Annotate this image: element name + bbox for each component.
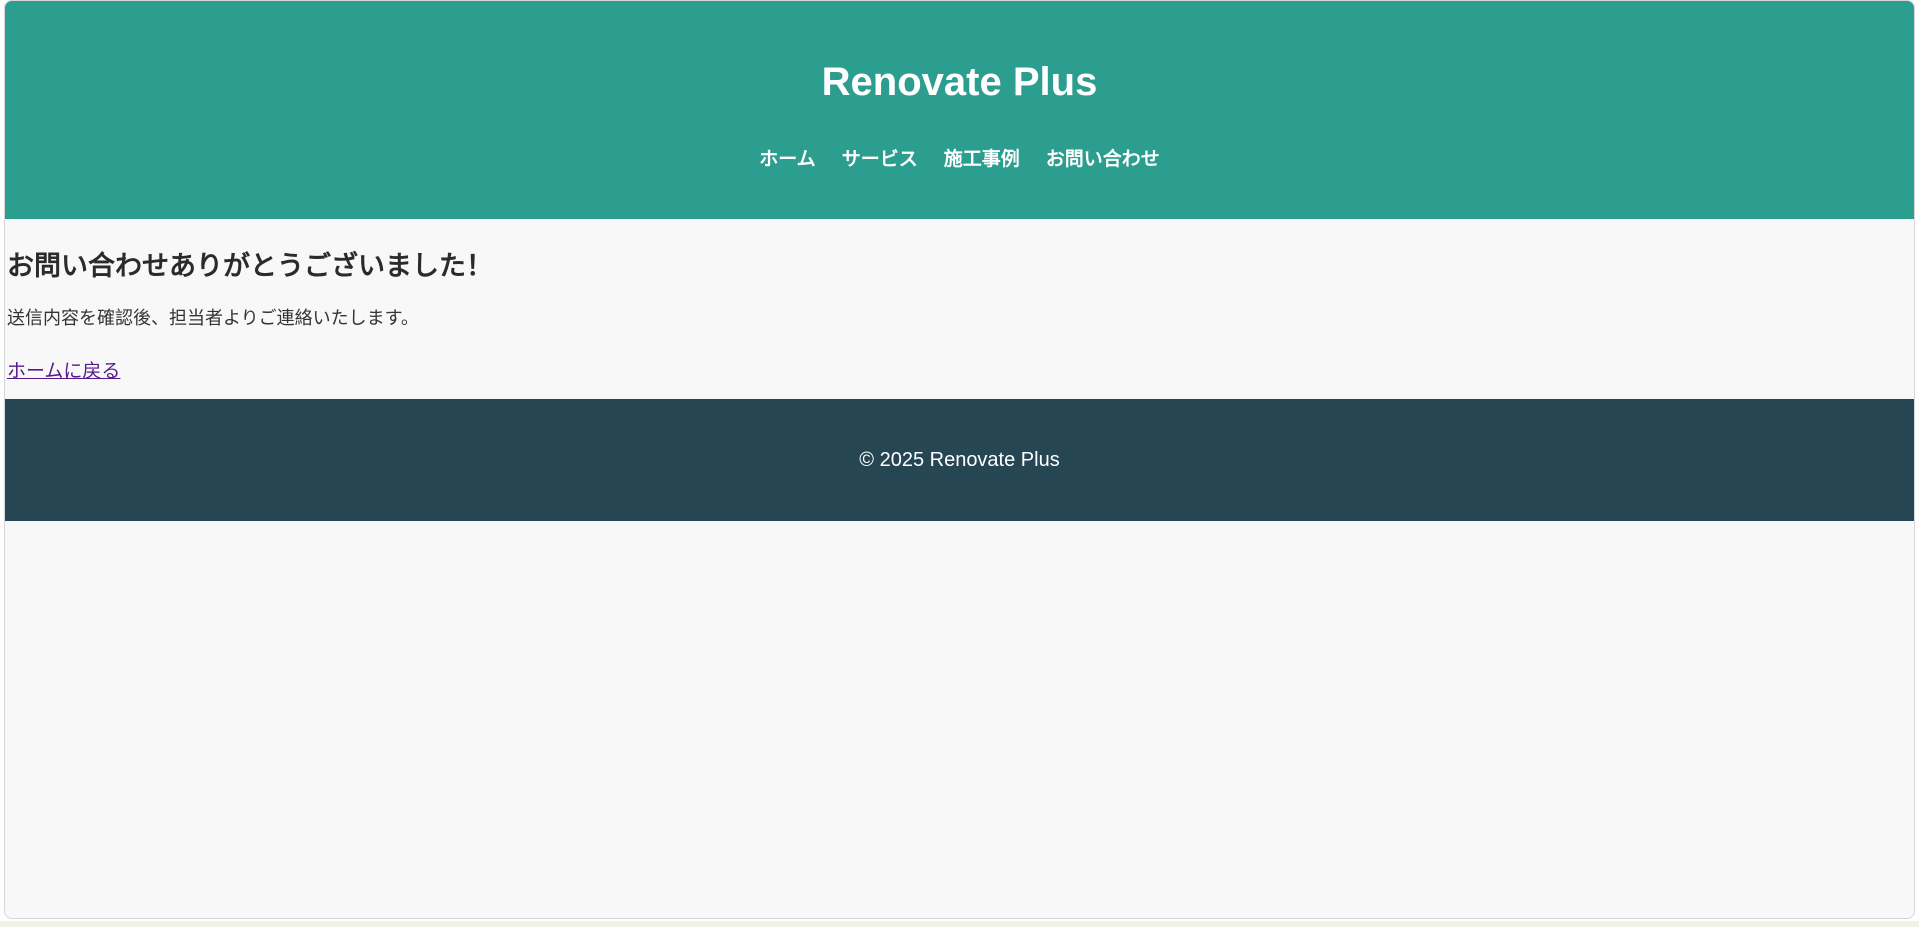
- browser-viewport: Renovate Plus ホーム サービス 施工事例 お問い合わせ お問い合わ…: [4, 0, 1915, 919]
- site-title: Renovate Plus: [821, 60, 1098, 104]
- nav-link-services[interactable]: サービス: [842, 147, 918, 171]
- nav-link-contact[interactable]: お問い合わせ: [1046, 147, 1160, 171]
- window-bottom-strip: [0, 921, 1919, 927]
- back-to-home-link[interactable]: ホームに戻る: [7, 359, 120, 383]
- copyright-text: © 2025 Renovate Plus: [859, 449, 1060, 471]
- site-header: Renovate Plus ホーム サービス 施工事例 お問い合わせ: [5, 1, 1914, 219]
- main-nav: ホーム サービス 施工事例 お問い合わせ: [5, 147, 1914, 171]
- thank-you-heading: お問い合わせありがとうございました！: [7, 251, 493, 282]
- site-footer: © 2025 Renovate Plus: [5, 399, 1914, 521]
- nav-link-home[interactable]: ホーム: [759, 147, 815, 171]
- confirmation-message: 送信内容を確認後、担当者よりご連絡いたします。: [7, 308, 419, 329]
- main-content: お問い合わせありがとうございました！ 送信内容を確認後、担当者よりご連絡いたしま…: [5, 219, 1914, 383]
- nav-link-works[interactable]: 施工事例: [944, 147, 1020, 171]
